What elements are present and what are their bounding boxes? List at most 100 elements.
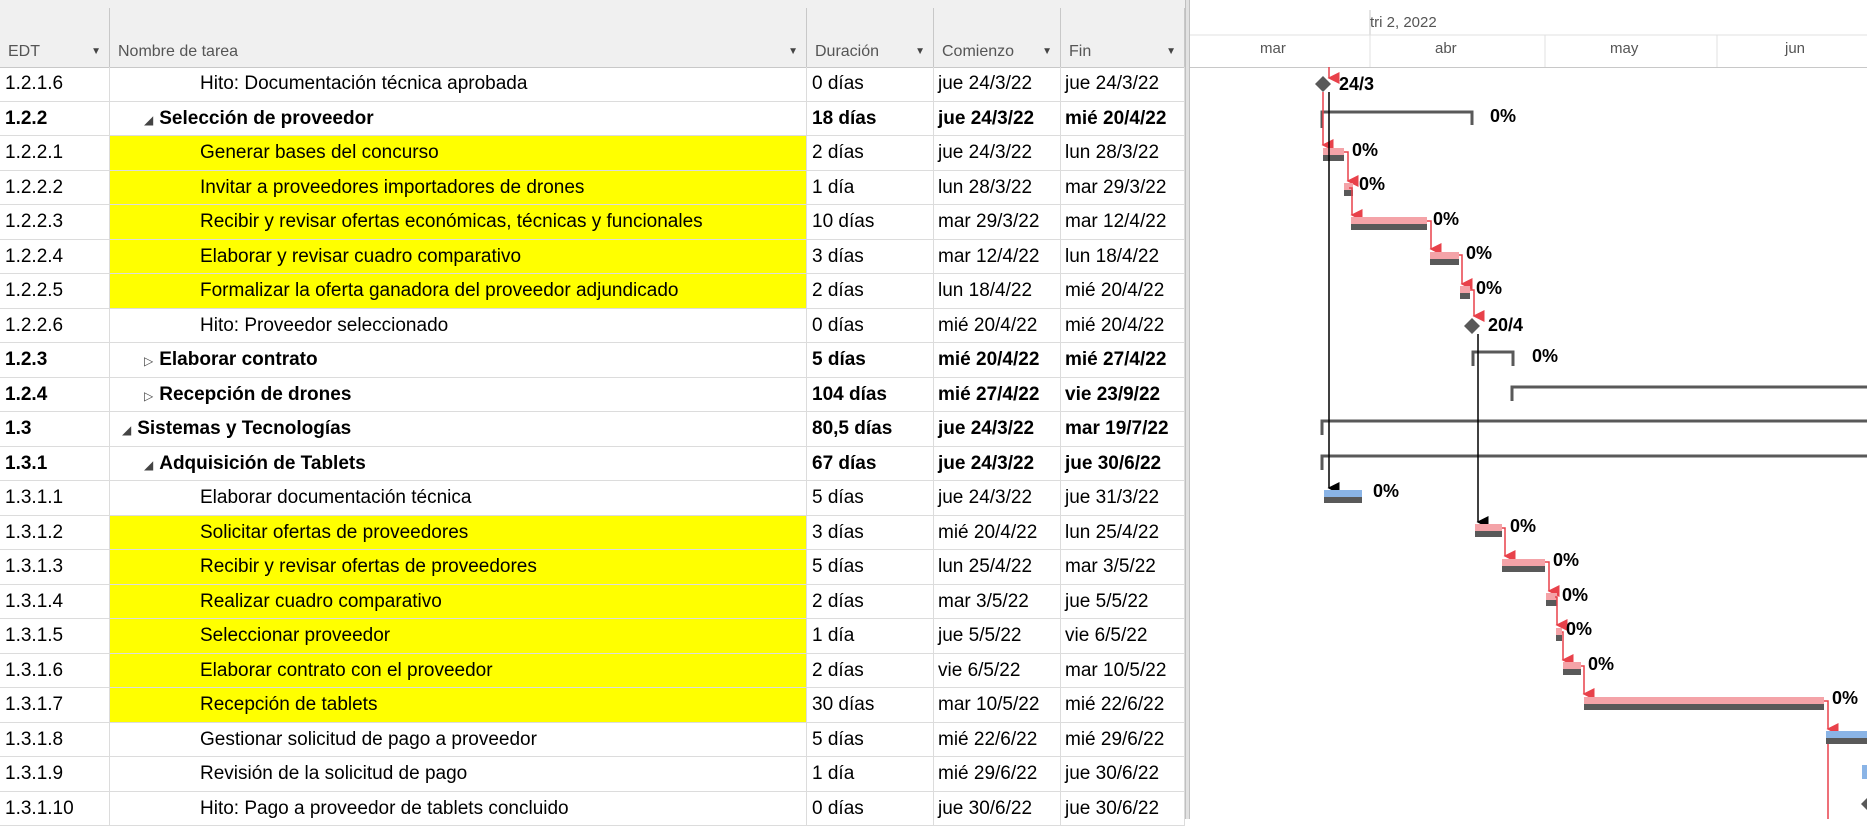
edt-cell[interactable]: 1.2.1.6: [0, 67, 110, 101]
collapse-icon[interactable]: ◢: [144, 113, 153, 127]
task-bar[interactable]: [1556, 628, 1562, 635]
duration-cell[interactable]: 0 días: [807, 792, 934, 826]
end-date-cell[interactable]: lun 28/3/22: [1061, 136, 1185, 170]
duration-cell[interactable]: 0 días: [807, 309, 934, 343]
summary-bar[interactable]: [1322, 421, 1867, 435]
summary-bar[interactable]: [1512, 387, 1867, 401]
chevron-down-icon[interactable]: ▼: [915, 46, 925, 57]
edt-cell[interactable]: 1.3.1.7: [0, 688, 110, 722]
task-bar[interactable]: [1430, 252, 1459, 259]
chevron-down-icon[interactable]: ▼: [1042, 46, 1052, 57]
end-date-cell[interactable]: vie 6/5/22: [1061, 619, 1185, 653]
duration-cell[interactable]: 1 día: [807, 171, 934, 205]
edt-cell[interactable]: 1.3.1.9: [0, 757, 110, 791]
duration-cell[interactable]: 80,5 días: [807, 412, 934, 446]
edt-cell[interactable]: 1.3.1.8: [0, 723, 110, 757]
duration-cell[interactable]: 5 días: [807, 481, 934, 515]
edt-cell[interactable]: 1.3.1.3: [0, 550, 110, 584]
start-date-cell[interactable]: vie 6/5/22: [934, 654, 1061, 688]
task-name-cell[interactable]: Hito: Documentación técnica aprobada: [110, 67, 807, 101]
table-row[interactable]: 1.3.1◢Adquisición de Tablets67 díasjue 2…: [0, 447, 1185, 482]
duration-cell[interactable]: 3 días: [807, 516, 934, 550]
task-bar[interactable]: [1460, 286, 1470, 293]
duration-cell[interactable]: 1 día: [807, 619, 934, 653]
start-date-cell[interactable]: mar 10/5/22: [934, 688, 1061, 722]
start-date-cell[interactable]: jue 24/3/22: [934, 136, 1061, 170]
start-date-cell[interactable]: mié 27/4/22: [934, 378, 1061, 412]
end-date-cell[interactable]: mar 29/3/22: [1061, 171, 1185, 205]
column-header-end[interactable]: Fin ▼: [1061, 8, 1185, 67]
duration-cell[interactable]: 5 días: [807, 723, 934, 757]
milestone-diamond[interactable]: [1464, 318, 1480, 334]
duration-cell[interactable]: 67 días: [807, 447, 934, 481]
task-name-cell[interactable]: ◢Sistemas y Tecnologías: [110, 412, 807, 446]
edt-cell[interactable]: 1.3.1: [0, 447, 110, 481]
table-row[interactable]: 1.3.1.5Seleccionar proveedor1 díajue 5/5…: [0, 619, 1185, 654]
start-date-cell[interactable]: lun 18/4/22: [934, 274, 1061, 308]
edt-cell[interactable]: 1.3.1.10: [0, 792, 110, 826]
end-date-cell[interactable]: jue 31/3/22: [1061, 481, 1185, 515]
start-date-cell[interactable]: mar 29/3/22: [934, 205, 1061, 239]
edt-cell[interactable]: 1.2.2.5: [0, 274, 110, 308]
end-date-cell[interactable]: mié 29/6/22: [1061, 723, 1185, 757]
start-date-cell[interactable]: mar 3/5/22: [934, 585, 1061, 619]
edt-cell[interactable]: 1.3: [0, 412, 110, 446]
summary-bar[interactable]: [1473, 352, 1513, 366]
duration-cell[interactable]: 2 días: [807, 136, 934, 170]
duration-cell[interactable]: 5 días: [807, 343, 934, 377]
edt-cell[interactable]: 1.2.2: [0, 102, 110, 136]
edt-cell[interactable]: 1.3.1.6: [0, 654, 110, 688]
edt-cell[interactable]: 1.3.1.4: [0, 585, 110, 619]
table-row[interactable]: 1.2.2.1Generar bases del concurso2 díasj…: [0, 136, 1185, 171]
table-row[interactable]: 1.3.1.3Recibir y revisar ofertas de prov…: [0, 550, 1185, 585]
task-bar[interactable]: [1323, 148, 1344, 155]
duration-cell[interactable]: 0 días: [807, 67, 934, 101]
task-name-cell[interactable]: Recibir y revisar ofertas de proveedores: [110, 550, 807, 584]
table-row[interactable]: 1.3.1.4Realizar cuadro comparativo2 días…: [0, 585, 1185, 620]
start-date-cell[interactable]: jue 24/3/22: [934, 67, 1061, 101]
end-date-cell[interactable]: mié 20/4/22: [1061, 274, 1185, 308]
duration-cell[interactable]: 104 días: [807, 378, 934, 412]
task-name-cell[interactable]: Elaborar y revisar cuadro comparativo: [110, 240, 807, 274]
edt-cell[interactable]: 1.2.2.6: [0, 309, 110, 343]
task-bar[interactable]: [1351, 217, 1427, 224]
duration-cell[interactable]: 5 días: [807, 550, 934, 584]
task-name-cell[interactable]: Seleccionar proveedor: [110, 619, 807, 653]
task-name-cell[interactable]: Recibir y revisar ofertas económicas, té…: [110, 205, 807, 239]
table-row[interactable]: 1.3.1.8Gestionar solicitud de pago a pro…: [0, 723, 1185, 758]
collapse-icon[interactable]: ◢: [144, 458, 153, 472]
edt-cell[interactable]: 1.2.2.4: [0, 240, 110, 274]
start-date-cell[interactable]: mié 20/4/22: [934, 516, 1061, 550]
edt-cell[interactable]: 1.2.3: [0, 343, 110, 377]
table-row[interactable]: 1.3.1.6Elaborar contrato con el proveedo…: [0, 654, 1185, 689]
edt-cell[interactable]: 1.2.2.1: [0, 136, 110, 170]
table-row[interactable]: 1.2.3▷Elaborar contrato5 díasmié 20/4/22…: [0, 343, 1185, 378]
table-row[interactable]: 1.2.2.6Hito: Proveedor seleccionado0 día…: [0, 309, 1185, 344]
end-date-cell[interactable]: mié 20/4/22: [1061, 102, 1185, 136]
table-row[interactable]: 1.2.2.5Formalizar la oferta ganadora del…: [0, 274, 1185, 309]
task-name-cell[interactable]: ▷Recepción de drones: [110, 378, 807, 412]
expand-icon[interactable]: ▷: [144, 389, 153, 403]
end-date-cell[interactable]: mié 22/6/22: [1061, 688, 1185, 722]
end-date-cell[interactable]: mié 20/4/22: [1061, 309, 1185, 343]
start-date-cell[interactable]: lun 25/4/22: [934, 550, 1061, 584]
start-date-cell[interactable]: jue 24/3/22: [934, 447, 1061, 481]
column-header-start[interactable]: Comienzo ▼: [934, 8, 1061, 67]
task-bar[interactable]: [1862, 765, 1867, 779]
table-row[interactable]: 1.2.1.6Hito: Documentación técnica aprob…: [0, 67, 1185, 102]
task-name-cell[interactable]: Invitar a proveedores importadores de dr…: [110, 171, 807, 205]
table-row[interactable]: 1.2.2.2Invitar a proveedores importadore…: [0, 171, 1185, 206]
duration-cell[interactable]: 10 días: [807, 205, 934, 239]
table-row[interactable]: 1.2.2.3Recibir y revisar ofertas económi…: [0, 205, 1185, 240]
end-date-cell[interactable]: mar 10/5/22: [1061, 654, 1185, 688]
milestone-diamond[interactable]: [1861, 798, 1867, 810]
start-date-cell[interactable]: jue 5/5/22: [934, 619, 1061, 653]
start-date-cell[interactable]: mar 12/4/22: [934, 240, 1061, 274]
task-name-cell[interactable]: Elaborar contrato con el proveedor: [110, 654, 807, 688]
task-bar[interactable]: [1324, 490, 1362, 497]
summary-bar[interactable]: [1322, 112, 1472, 128]
task-name-cell[interactable]: Hito: Proveedor seleccionado: [110, 309, 807, 343]
task-name-cell[interactable]: Recepción de tablets: [110, 688, 807, 722]
duration-cell[interactable]: 3 días: [807, 240, 934, 274]
table-row[interactable]: 1.3.1.10Hito: Pago a proveedor de tablet…: [0, 792, 1185, 826]
